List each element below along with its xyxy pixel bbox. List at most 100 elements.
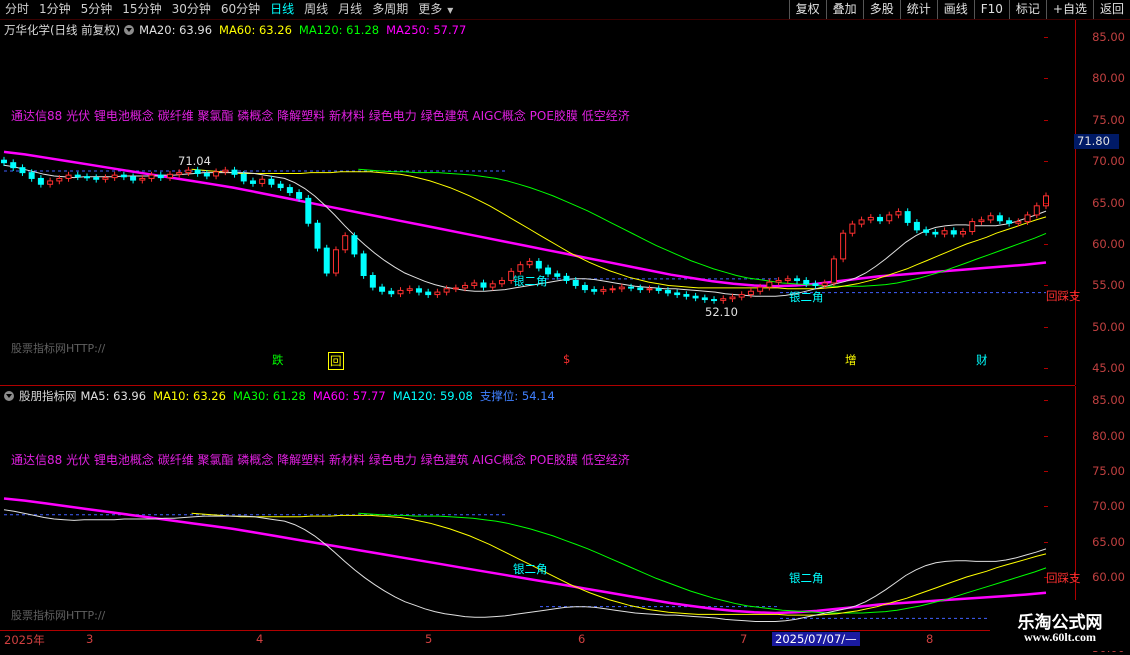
candle-body <box>581 284 588 291</box>
candle-body <box>342 235 349 251</box>
candle-body <box>572 279 579 286</box>
candle-body <box>130 176 137 181</box>
candle-body <box>1015 221 1022 224</box>
candle-body <box>65 174 72 179</box>
candle-body <box>987 215 994 221</box>
candle-body <box>286 187 293 194</box>
candle-body <box>969 221 976 233</box>
axis-tick: 50.00 <box>1044 319 1125 334</box>
month-label: 5 <box>425 632 433 646</box>
candle-body <box>323 247 330 274</box>
year-label: 2025年 <box>4 633 45 647</box>
candle-body <box>102 177 109 180</box>
candle-body <box>913 221 920 231</box>
support-label: 银二角 <box>513 562 548 576</box>
axis-tick: 70.00 <box>1044 154 1125 169</box>
candle-body <box>637 287 644 291</box>
candle-body <box>674 292 681 296</box>
month-label: 6 <box>578 632 586 646</box>
price-axis[interactable]: 85.00 80.00 75.00 70.00 65.00 60.00 55.00 50.00… <box>1044 20 1130 385</box>
axis-tick: 80.00 <box>1044 428 1125 443</box>
candle-body <box>711 299 718 302</box>
candle-body <box>950 230 957 235</box>
candle-body <box>747 290 754 296</box>
candle-body <box>231 169 238 175</box>
candle-body <box>296 192 303 199</box>
candle-body <box>406 288 413 291</box>
candle-body <box>415 288 422 293</box>
candle-body <box>757 286 764 292</box>
candle-body <box>379 286 386 292</box>
signal-marker: 回 <box>328 352 344 370</box>
tool-button[interactable]: 返回 <box>1092 0 1130 19</box>
candle-body <box>692 295 699 299</box>
candle-body <box>351 235 358 255</box>
candle-body <box>93 177 100 180</box>
candle-body <box>618 286 625 290</box>
axis-tick: 85.00 <box>1044 29 1125 44</box>
candle-body <box>996 215 1003 222</box>
site-logo: 乐淘公式网 www.60lt.com <box>990 600 1130 650</box>
candle-body <box>259 178 266 184</box>
chart-canvas[interactable] <box>0 0 1075 630</box>
month-label: 7 <box>740 632 748 646</box>
signal-marker: 财 <box>976 353 988 367</box>
candle-body <box>960 231 967 235</box>
candle-body <box>213 171 220 177</box>
candle-body <box>1024 214 1031 223</box>
candle-body <box>471 282 478 286</box>
month-label: 8 <box>926 632 934 646</box>
axis-tick: 70.00 <box>1044 499 1125 514</box>
candle-body <box>166 173 173 179</box>
candle-body <box>176 172 183 175</box>
candle-body <box>443 288 450 293</box>
candle-body <box>803 279 810 285</box>
candle-body <box>517 264 524 272</box>
candle-body <box>480 282 487 288</box>
candle-body <box>305 197 312 224</box>
axis-tick: 55.00 <box>1044 278 1125 293</box>
candle-body <box>74 174 81 178</box>
support-retest-label: 回踩支 <box>1046 571 1081 585</box>
support-label: 银二角 <box>789 290 824 304</box>
candle-body <box>397 289 404 295</box>
candle-body <box>388 290 395 295</box>
candle-body <box>47 180 54 185</box>
candle-body <box>766 281 773 288</box>
axis-tick: 65.00 <box>1044 195 1125 210</box>
sub-ma-line <box>358 512 1047 614</box>
support-label: 银二角 <box>789 571 824 585</box>
candle-body <box>489 283 496 288</box>
candle-body <box>360 253 367 277</box>
candle-body <box>268 178 275 185</box>
candle-body <box>535 260 542 269</box>
candle-body <box>1043 195 1049 207</box>
candle-body <box>729 296 736 300</box>
candle-body <box>932 231 939 235</box>
candle-body <box>498 279 505 285</box>
signal-marker: 增 <box>845 353 857 367</box>
candle-body <box>28 172 35 179</box>
candle-body <box>314 222 321 249</box>
candle-body <box>701 297 708 301</box>
date-axis[interactable]: 2025年 3 4 5 6 7 2025/07/07/— 8 <box>0 630 1130 651</box>
month-label: 4 <box>256 632 264 646</box>
candle-body <box>830 258 837 284</box>
candle-body <box>821 282 828 286</box>
sub-ma-line <box>3 497 1047 615</box>
axis-tick: 65.00 <box>1044 534 1125 549</box>
candle-body <box>240 173 247 182</box>
candle-body <box>923 229 930 233</box>
indicator-axis[interactable]: 85.0080.0075.0070.0065.0060.0055.0050.00 <box>1044 386 1130 655</box>
candle-body <box>794 278 801 281</box>
candle-body <box>840 232 847 260</box>
candle-body <box>563 275 570 281</box>
candle-body <box>628 286 635 289</box>
candle-body <box>978 219 985 223</box>
candle-body <box>139 177 146 181</box>
current-price-tag: 71.80 <box>1074 134 1119 149</box>
low-price-label: 52.10 <box>705 305 738 319</box>
ma120-line <box>358 168 1047 287</box>
candle-body <box>738 294 745 298</box>
axis-tick: 75.00 <box>1044 112 1125 127</box>
